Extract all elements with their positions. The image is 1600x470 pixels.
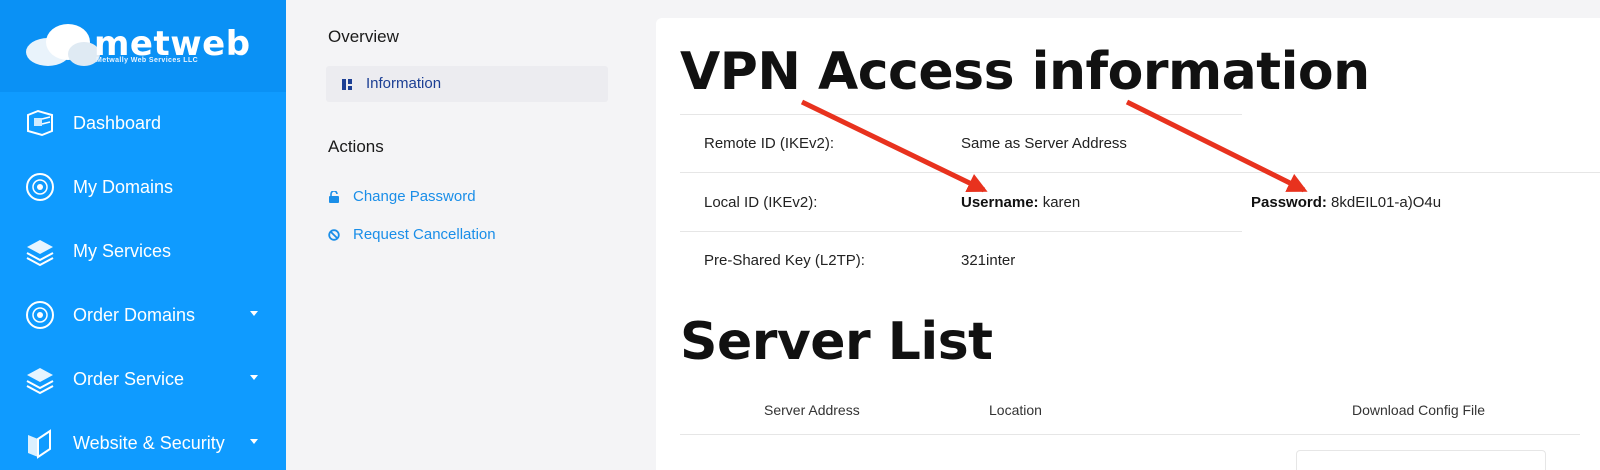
overview-item-label: Information [366, 75, 442, 92]
sidebar-item-my-services[interactable]: My Services [0, 221, 286, 281]
password-field: Password: 8kdEIL01-a)O4u [1251, 194, 1441, 211]
globe-icon [26, 301, 54, 329]
server-list-title: Server List [680, 312, 993, 372]
password-value: 8kdEIL01-a)O4u [1331, 194, 1442, 211]
change-password-label: Change Password [353, 188, 476, 205]
overview-heading: Overview [328, 27, 399, 46]
chevron-down-icon[interactable] [250, 311, 258, 316]
brand-tagline: Metwally Web Services LLC [96, 57, 199, 64]
sidebar-item-my-domains[interactable]: My Domains [0, 157, 286, 217]
shield-icon [28, 429, 51, 459]
secondary-panel: Overview Information Actions Change Pass… [308, 0, 628, 470]
sidebar-item-label: My Domains [73, 176, 174, 197]
psk-value: 321inter [961, 252, 1016, 269]
brand-logo[interactable]: metweb Metwally Web Services LLC [0, 0, 286, 92]
layers-icon [26, 240, 54, 267]
unlock-icon [329, 191, 339, 203]
layers-icon [26, 368, 54, 395]
local-id-label: Local ID (IKEv2): [704, 194, 818, 211]
remote-id-label: Remote ID (IKEv2): [704, 135, 835, 152]
chevron-down-icon[interactable] [250, 439, 258, 444]
row-divider [680, 231, 1242, 232]
actions-heading: Actions [328, 137, 384, 156]
sidebar-item-dashboard[interactable]: Dashboard [0, 93, 286, 153]
sidebar-item-label: Order Service [73, 368, 185, 389]
remote-id-value: Same as Server Address [961, 135, 1127, 152]
sidebar-item-label: Order Domains [73, 304, 196, 325]
cloud-logo-icon [26, 24, 100, 66]
vpn-title: VPN Access information [680, 42, 1370, 102]
overview-item-information[interactable]: Information [326, 66, 608, 102]
sidebar-item-label: Website & Security [73, 432, 225, 453]
username-label: Username: [961, 194, 1039, 211]
table-divider [680, 434, 1580, 435]
sidebar: metweb Metwally Web Services LLC Dashboa… [0, 0, 286, 470]
username-value: karen [1042, 194, 1081, 211]
row-divider [680, 172, 1600, 173]
column-header-location: Location [989, 402, 1042, 418]
password-label: Password: [1251, 194, 1327, 211]
column-header-download-config: Download Config File [1352, 402, 1486, 418]
sidebar-item-order-domains[interactable]: Order Domains [0, 285, 286, 345]
ban-icon [328, 229, 340, 241]
request-cancellation-label: Request Cancellation [353, 226, 496, 243]
globe-icon [26, 173, 54, 201]
psk-label: Pre-Shared Key (L2TP): [704, 252, 865, 269]
layout-icon [342, 79, 352, 90]
vpn-card: VPN Access information Remote ID (IKEv2)… [656, 18, 1600, 470]
column-header-server-address: Server Address [764, 402, 860, 418]
sidebar-item-label: My Services [73, 240, 172, 261]
sidebar-item-order-service[interactable]: Order Service [0, 349, 286, 409]
chevron-down-icon[interactable] [250, 375, 258, 380]
row-divider [680, 114, 1242, 115]
sidebar-item-label: Dashboard [73, 112, 162, 133]
download-config-button[interactable] [1296, 450, 1546, 470]
dashboard-icon [27, 109, 53, 137]
sidebar-item-website-security[interactable]: Website & Security [0, 413, 286, 470]
username-field: Username: karen [961, 194, 1080, 211]
